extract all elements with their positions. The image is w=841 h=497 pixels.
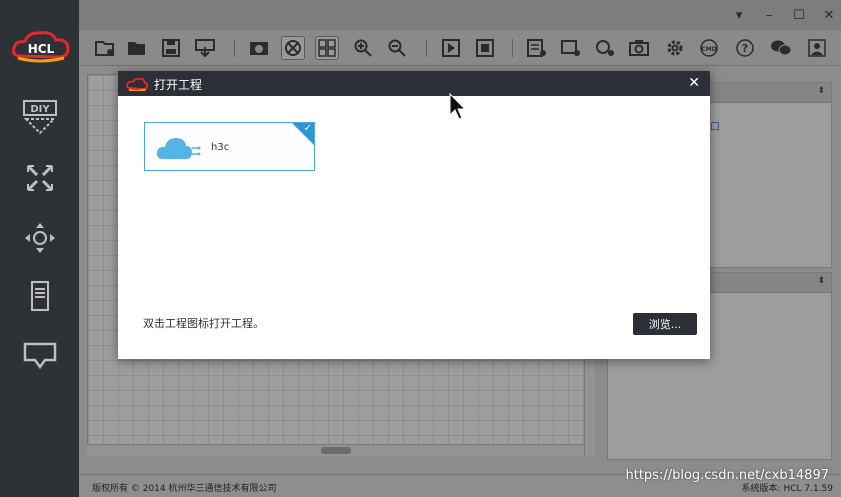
dialog-close-icon[interactable]: ✕ (688, 75, 700, 91)
svg-text:?: ? (742, 42, 748, 55)
menu-dropdown-icon[interactable]: ▾ (729, 6, 749, 24)
close-button[interactable]: ✕ (819, 6, 839, 24)
grid-icon[interactable] (315, 36, 339, 60)
add-link-icon[interactable] (593, 36, 617, 60)
checkmark-icon: ✓ (303, 123, 312, 134)
logo-text: HCL (28, 42, 55, 56)
switch-icon (25, 223, 55, 253)
sidebar-item-terminal[interactable] (18, 336, 62, 376)
stop-icon[interactable] (473, 36, 497, 60)
new-project-icon[interactable] (93, 36, 117, 60)
chat-icon[interactable] (769, 36, 793, 60)
server-icon (31, 281, 49, 311)
scrollbar-thumb[interactable] (321, 447, 351, 454)
export-icon[interactable] (193, 36, 217, 60)
play-icon[interactable] (439, 36, 463, 60)
add-device-icon[interactable] (559, 36, 583, 60)
svg-text:CMD: CMD (701, 46, 716, 53)
project-name: h3c (211, 142, 230, 153)
camera-icon[interactable] (627, 36, 651, 60)
zoom-out-icon[interactable] (385, 36, 409, 60)
sidebar-item-switch[interactable] (18, 218, 62, 258)
start-all-icon[interactable] (281, 36, 305, 60)
toolbar: CMD ? (79, 30, 841, 66)
mouse-cursor-icon (449, 93, 467, 120)
cloud-project-icon (156, 138, 201, 159)
dialog-hint-text: 双击工程图标打开工程。 (143, 317, 264, 330)
monitor-icon (23, 342, 57, 370)
browse-button[interactable]: 浏览... (633, 313, 697, 335)
interface-link[interactable]: 口 (710, 118, 720, 133)
copyright-text: 版权所有 © 2014 杭州华三通信技术有限公司 (92, 484, 277, 494)
hcl-logo: HCL (10, 26, 72, 66)
canvas-horizontal-scrollbar[interactable] (87, 444, 584, 456)
user-icon[interactable] (805, 36, 829, 60)
hcl-cloud-icon (126, 77, 148, 91)
project-item-h3c[interactable]: h3c ✓ (144, 122, 315, 171)
sidebar-item-router[interactable] (18, 158, 62, 198)
watermark-text: https://blog.csdn.net/cxb14897 (625, 468, 829, 483)
save-icon[interactable] (159, 36, 183, 60)
router-icon (26, 164, 54, 192)
title-bar: ▾ – ☐ ✕ (79, 0, 841, 30)
open-project-dialog: 打开工程 ✕ h3c ✓ 双击工程图标打开工程。 浏览... (118, 71, 710, 359)
zoom-in-icon[interactable] (351, 36, 375, 60)
panel-toggle-icon[interactable]: ⬍ (817, 86, 825, 96)
sidebar-item-diy[interactable]: DIY (18, 98, 62, 138)
svg-text:DIY: DIY (30, 104, 50, 115)
maximize-button[interactable]: ☐ (789, 6, 809, 24)
gear-icon[interactable] (663, 36, 687, 60)
dialog-title-bar: 打开工程 ✕ (118, 71, 710, 96)
sidebar-item-server[interactable] (18, 276, 62, 316)
cmd-icon[interactable]: CMD (697, 36, 721, 60)
open-project-icon[interactable] (125, 36, 149, 60)
help-icon[interactable]: ? (733, 36, 757, 60)
screenshot-icon[interactable] (247, 36, 271, 60)
minimize-button[interactable]: – (759, 6, 779, 24)
panel-toggle-icon[interactable]: ⬍ (817, 276, 825, 286)
dialog-title: 打开工程 (154, 78, 203, 92)
log-icon[interactable] (525, 36, 549, 60)
left-sidebar: HCL DIY (0, 0, 79, 497)
diy-icon: DIY (23, 100, 57, 135)
